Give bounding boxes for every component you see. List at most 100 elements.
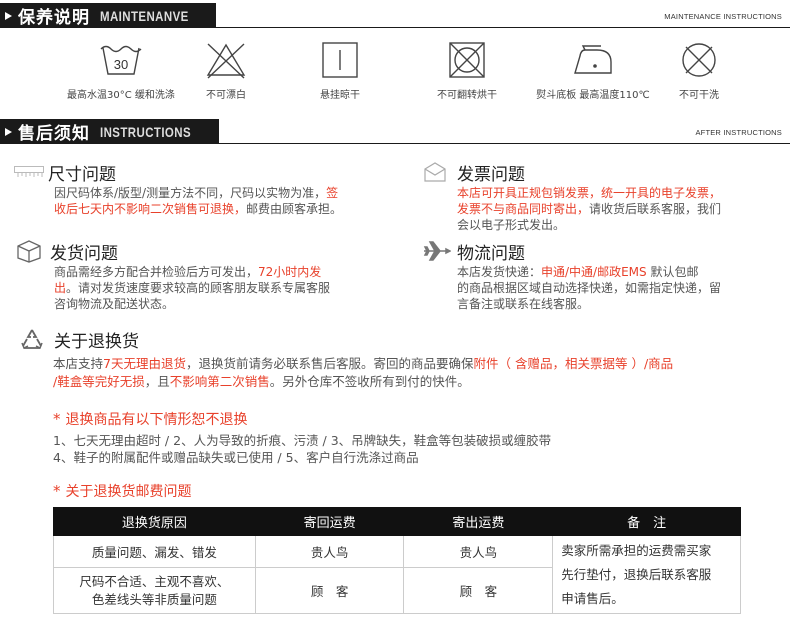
no-return-title: 退换商品有以下情形恕不退换 xyxy=(65,412,248,428)
care-item-hang-dry: 悬挂晾干 xyxy=(300,40,380,101)
list-item: 1、七天无理由超时 / 2、人为导致的折痕、污渍 / 3、吊牌缺失，鞋盒等包装破… xyxy=(53,433,552,448)
care-symbols: 30 最高水温30°C 缓和洗涤 不可漂白 悬挂晾干 不可翻转烘干 熨斗底板 最… xyxy=(0,40,790,105)
no-tumble-dry-icon xyxy=(449,42,485,78)
airplane-icon xyxy=(423,240,457,262)
wash-temp-value: 30 xyxy=(114,57,128,72)
invoice-title: 发票问题 xyxy=(457,164,525,185)
note-line: 先行垫付，退换后联系客服 xyxy=(561,566,712,582)
cell-reason: 质量问题、漏发、错发 xyxy=(53,535,256,568)
invoice-body: 本店可开具正规包销发票，统一开具的电子发票， 发票不与商品同时寄出，请收货后联系… xyxy=(423,185,783,233)
reason-line: 色差线头等非质量问题 xyxy=(91,591,217,607)
care-label-no-bleach: 不可漂白 xyxy=(206,90,246,101)
aftersale-title-bar: 售后须知 INSTRUCTIONS xyxy=(0,119,219,144)
fee-heading: * 关于退换货邮费问题 xyxy=(53,481,192,501)
asterisk-icon: * xyxy=(53,482,61,500)
triangle-icon xyxy=(5,11,12,20)
maintenance-title-bar: 保养说明 MAINTENANVE xyxy=(0,3,217,28)
wash-30-icon: 30 xyxy=(100,45,142,75)
fee-title: 关于退换货邮费问题 xyxy=(65,484,192,500)
iron-low-icon xyxy=(574,45,612,74)
logistics-section: 物流问题 本店发货快递：申通/中通/邮政EMS 默认包邮 的商品根据区域自动选择… xyxy=(423,240,783,312)
col-header-send-fee: 寄出运费 xyxy=(403,507,554,536)
logistics-text: 默认包邮 xyxy=(646,265,699,279)
col-header-note: 备 注 xyxy=(552,507,741,536)
shipping-highlight: 72小时内发 xyxy=(258,265,322,279)
shipping-body: 商品需经多方配合并检验后方可发出，72小时内发 出。请对发货速度要求较高的顾客朋… xyxy=(16,264,386,312)
logistics-body: 本店发货快递：申通/中通/邮政EMS 默认包邮 的商品根据区域自动选择快递，如需… xyxy=(423,264,783,312)
shipping-highlight: 出 xyxy=(54,281,67,295)
col-header-return-fee: 寄回运费 xyxy=(254,507,405,536)
aftersale-subtitle-en: AFTER INSTRUCTIONS xyxy=(695,128,782,137)
note-line: 申请售后。 xyxy=(561,590,624,606)
size-highlight: 收后七天内不影响二次销售可退换， xyxy=(54,202,247,216)
care-item-no-dry-clean: 不可干洗 xyxy=(664,40,734,101)
cell-send-fee: 贵人鸟 xyxy=(403,535,554,568)
invoice-text: 会以电子形式发出。 xyxy=(457,218,566,232)
care-label-wash: 最高水温30°C 缓和洗涤 xyxy=(67,90,175,101)
fee-table: 退换货原因 寄回运费 寄出运费 备 注 质量问题、漏发、错发 贵人鸟 贵人鸟 卖… xyxy=(53,507,741,614)
recycle-icon xyxy=(20,328,54,350)
table-header-row: 退换货原因 寄回运费 寄出运费 备 注 xyxy=(53,507,741,536)
shipping-text: 商品需经多方配合并检验后方可发出， xyxy=(54,265,259,279)
maintenance-title-cn: 保养说明 xyxy=(18,8,90,28)
logistics-highlight: 申通/中通/邮政EMS xyxy=(541,265,647,279)
hang-dry-icon xyxy=(322,42,358,78)
reason-line: 尺码不合适、主观不喜欢、 xyxy=(79,573,230,589)
returns-text: 本店支持 xyxy=(53,356,104,371)
size-body: 因尺码体系/版型/测量方法不同，尺码以实物为准，签 收后七天内不影响二次销售可退… xyxy=(14,185,384,217)
logistics-text: 本店发货快递： xyxy=(457,265,542,279)
returns-text: ，退换货前请务必联系售后客服。寄回的商品要确保 xyxy=(185,356,474,371)
returns-highlight: 附件（ 含赠品，相关票据等 ）/商品 xyxy=(473,356,674,371)
cell-reason: 尺码不合适、主观不喜欢、 色差线头等非质量问题 xyxy=(53,567,256,614)
care-item-iron: 熨斗底板 最高温度110℃ xyxy=(528,40,658,101)
invoice-highlight: 发票不与商品同时寄出， xyxy=(457,202,590,216)
asterisk-icon: * xyxy=(53,410,61,428)
size-highlight: 签 xyxy=(326,186,339,200)
divider xyxy=(0,143,790,144)
cell-return-fee: 贵人鸟 xyxy=(254,535,405,568)
note-line: 卖家所需承担的运费需买家 xyxy=(561,542,712,558)
aftersale-header: 售后须知 INSTRUCTIONS AFTER INSTRUCTIONS xyxy=(0,116,790,146)
maintenance-title-en: MAINTENANVE xyxy=(100,7,189,24)
returns-title: 关于退换货 xyxy=(54,331,139,352)
cell-note: 卖家所需承担的运费需买家 先行垫付，退换后联系客服 申请售后。 xyxy=(552,535,741,614)
invoice-icon xyxy=(423,161,457,183)
invoice-section: 发票问题 本店可开具正规包销发票，统一开具的电子发票， 发票不与商品同时寄出，请… xyxy=(423,161,783,233)
no-bleach-icon xyxy=(206,43,246,79)
care-label-iron: 熨斗底板 最高温度110℃ xyxy=(536,90,650,101)
returns-highlight: /鞋盒等完好无损 xyxy=(53,374,145,389)
size-section: 尺寸问题 因尺码体系/版型/测量方法不同，尺码以实物为准，签 收后七天内不影响二… xyxy=(14,161,384,217)
shipping-text: 。请对发货速度要求较高的顾客朋友联系专属客服 xyxy=(66,281,331,295)
shipping-title: 发货问题 xyxy=(50,243,118,264)
table-row: 质量问题、漏发、错发 贵人鸟 贵人鸟 卖家所需承担的运费需买家 先行垫付，退换后… xyxy=(53,535,741,614)
cell-send-fee: 顾 客 xyxy=(403,567,554,614)
size-title: 尺寸问题 xyxy=(48,164,116,185)
maintenance-subtitle-en: MAINTENANCE INSTRUCTIONS xyxy=(664,12,782,21)
size-text: 因尺码体系/版型/测量方法不同，尺码以实物为准， xyxy=(54,186,327,200)
list-item: 4、鞋子的附属配件或赠品缺失或已使用 / 5、客户自行洗涤过商品 xyxy=(53,450,419,465)
care-item-no-bleach: 不可漂白 xyxy=(186,40,266,101)
aftersale-title-en: INSTRUCTIONS xyxy=(100,123,192,140)
no-return-list: 1、七天无理由超时 / 2、人为导致的折痕、污渍 / 3、吊牌缺失，鞋盒等包装破… xyxy=(53,432,773,466)
maintenance-header: 保养说明 MAINTENANVE MAINTENANCE INSTRUCTION… xyxy=(0,0,790,30)
logistics-title: 物流问题 xyxy=(457,243,525,264)
box-icon xyxy=(16,240,50,263)
care-item-wash: 30 最高水温30°C 缓和洗涤 xyxy=(62,40,180,101)
logistics-text: 的商品根据区域自动选择快递，如需指定快递，留 xyxy=(457,281,722,295)
care-label-no-tumble: 不可翻转烘干 xyxy=(437,90,497,101)
care-label-hang-dry: 悬挂晾干 xyxy=(320,90,360,101)
no-dry-clean-icon xyxy=(682,43,716,77)
shipping-text: 咨询物流及配送状态。 xyxy=(54,297,175,311)
returns-highlight: 不影响第二次销售 xyxy=(169,374,270,389)
logistics-text: 言备注或联系在线客服。 xyxy=(457,297,590,311)
shipping-section: 发货问题 商品需经多方配合并检验后方可发出，72小时内发 出。请对发货速度要求较… xyxy=(16,240,386,312)
aftersale-title-cn: 售后须知 xyxy=(18,124,90,144)
triangle-icon xyxy=(5,127,12,136)
cell-return-fee: 顾 客 xyxy=(254,567,405,614)
ruler-icon xyxy=(14,161,48,183)
returns-highlight: 7天无理由退货 xyxy=(103,356,186,371)
invoice-text: 请收货后联系客服，我们 xyxy=(589,202,722,216)
no-return-heading: * 退换商品有以下情形恕不退换 xyxy=(53,409,248,429)
care-label-no-dry-clean: 不可干洗 xyxy=(679,90,719,101)
size-text: 邮费由顾客承担。 xyxy=(246,202,343,216)
